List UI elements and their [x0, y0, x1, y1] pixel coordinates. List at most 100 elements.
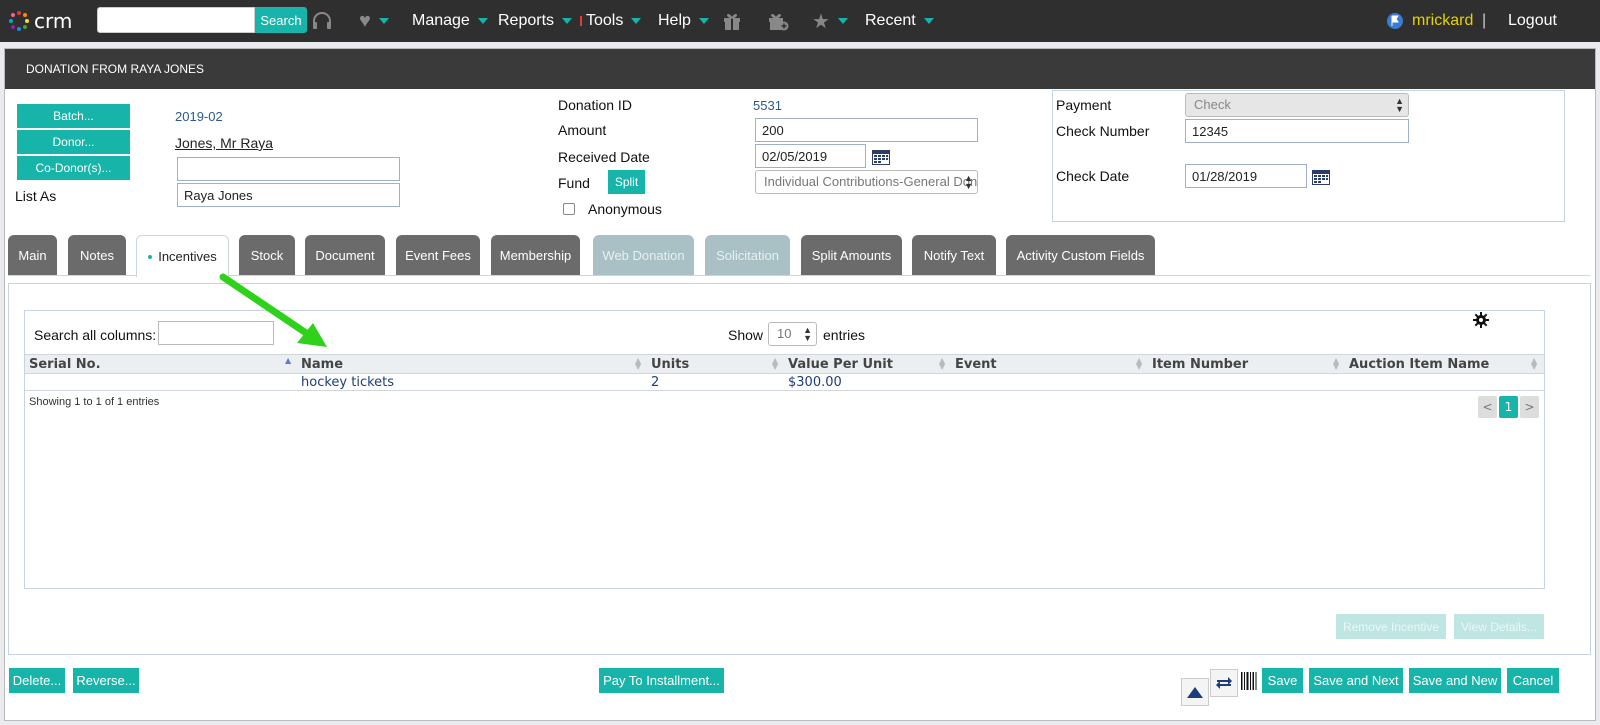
user-name-link[interactable]: mrickard [1412, 12, 1473, 30]
codonor-input[interactable] [177, 157, 400, 181]
menu-tools[interactable]: Tools [580, 0, 642, 42]
delete-button[interactable]: Delete... [9, 668, 65, 693]
menu-recent[interactable]: Recent [865, 0, 934, 42]
col-serial-no[interactable]: Serial No. [29, 355, 101, 373]
menu-manage[interactable]: Manage [412, 0, 488, 42]
tab-main[interactable]: Main [8, 235, 57, 275]
menu-tools-label: Tools [586, 12, 624, 29]
col-value-per-unit[interactable]: Value Per Unit [788, 355, 893, 373]
donor-button[interactable]: Donor... [16, 129, 131, 155]
codonor-button[interactable]: Co-Donor(s)... [16, 155, 131, 181]
remove-incentive-button[interactable]: Remove Incentive [1336, 614, 1446, 639]
sort-icon[interactable]: ▲ ▼ [635, 357, 641, 371]
global-search-button[interactable]: Search [255, 7, 307, 33]
col-event[interactable]: Event [955, 355, 997, 373]
favorites-menu[interactable]: ♥ [359, 0, 389, 42]
gift-icon[interactable] [722, 0, 742, 42]
sort-asc-icon[interactable]: ▲ [285, 357, 291, 365]
prev-page-button[interactable]: < [1478, 396, 1497, 418]
user-menu[interactable]: mrickard [1386, 0, 1473, 42]
nav-separator: | [1482, 12, 1487, 29]
received-date-input[interactable] [755, 144, 866, 168]
alert-marker-icon [580, 16, 582, 26]
sort-icon[interactable]: ▲ ▼ [939, 357, 945, 371]
payment-select-value: Check [1194, 97, 1231, 112]
crm-logo-icon [9, 11, 29, 31]
col-units[interactable]: Units [651, 355, 689, 373]
tab-incentives[interactable]: Incentives [136, 235, 229, 277]
col-auction-item-name[interactable]: Auction Item Name [1349, 355, 1489, 373]
fund-select-value: Individual Contributions-General Donatio… [764, 174, 978, 189]
donation-id-value: 5531 [753, 98, 782, 113]
logout-link[interactable]: Logout [1508, 0, 1557, 42]
triangle-up-icon [1187, 686, 1203, 698]
check-date-input[interactable] [1185, 164, 1307, 188]
scroll-top-button[interactable] [1181, 678, 1209, 706]
batch-link[interactable]: 2019-02 [175, 109, 223, 124]
col-name[interactable]: Name [301, 355, 343, 373]
cell-name[interactable]: hockey tickets [301, 375, 394, 390]
select-arrows-icon: ▲ ▼ [964, 173, 973, 191]
calendar-icon[interactable] [871, 148, 891, 166]
sort-icon[interactable]: ▲ ▼ [1531, 357, 1537, 371]
tab-web-donation: Web Donation [593, 235, 694, 275]
entries-label: entries [823, 327, 866, 343]
fund-label: Fund [558, 175, 590, 191]
cell-units: 2 [651, 375, 660, 390]
logo[interactable]: crm [8, 6, 72, 36]
anonymous-checkbox[interactable] [563, 203, 575, 215]
cancel-button[interactable]: Cancel [1507, 668, 1559, 693]
tab-notify-text[interactable]: Notify Text [912, 235, 996, 275]
starred-menu[interactable]: ★ [812, 0, 848, 42]
chevron-down-icon [698, 18, 709, 24]
barcode-button[interactable] [1240, 670, 1258, 692]
row-divider [25, 390, 1544, 391]
payment-select[interactable]: Check ▲ ▼ [1185, 93, 1409, 117]
headset-icon[interactable] [311, 0, 333, 42]
save-and-new-button[interactable]: Save and New [1409, 668, 1501, 693]
grid-info-text: Showing 1 to 1 of 1 entries [29, 396, 160, 408]
batch-button[interactable]: Batch... [16, 103, 131, 129]
global-search-input[interactable] [97, 7, 255, 33]
donor-name-link[interactable]: Jones, Mr Raya [175, 135, 273, 151]
tab-event-fees[interactable]: Event Fees [396, 235, 480, 275]
tab-membership[interactable]: Membership [491, 235, 580, 275]
tab-activity-custom-fields[interactable]: Activity Custom Fields [1006, 235, 1155, 275]
entries-select[interactable]: 10 ▲ ▼ [768, 322, 817, 346]
tab-solicitation: Solicitation [705, 235, 790, 275]
list-as-input[interactable] [177, 183, 400, 207]
tab-incentives-label: Incentives [158, 249, 217, 264]
tab-notes[interactable]: Notes [68, 235, 126, 275]
save-button[interactable]: Save [1262, 668, 1303, 693]
amount-input[interactable] [755, 118, 978, 142]
col-item-number[interactable]: Item Number [1152, 355, 1248, 373]
select-arrows-icon: ▲ ▼ [1395, 96, 1404, 114]
check-number-input[interactable] [1185, 119, 1409, 143]
view-details-button[interactable]: View Details... [1454, 614, 1544, 639]
tab-document[interactable]: Document [305, 235, 385, 275]
fund-select[interactable]: Individual Contributions-General Donatio… [755, 170, 978, 194]
gear-icon[interactable] [1473, 312, 1489, 328]
menu-reports[interactable]: Reports [498, 0, 573, 42]
sort-icon[interactable]: ▲ ▼ [772, 357, 778, 371]
page-1-button[interactable]: 1 [1499, 396, 1518, 418]
next-page-button[interactable]: > [1520, 396, 1539, 418]
split-button[interactable]: Split [607, 169, 646, 195]
barcode-icon [1241, 672, 1257, 690]
tab-stock[interactable]: Stock [239, 235, 295, 275]
top-navbar: crm Search ♥ Manage Reports Tools Help ★… [0, 0, 1600, 42]
tab-split-amounts[interactable]: Split Amounts [801, 235, 902, 275]
swap-button[interactable] [1210, 669, 1238, 697]
green-arrow-annotation [219, 273, 327, 347]
add-gift-icon[interactable] [767, 0, 789, 42]
calendar-icon[interactable] [1311, 168, 1331, 186]
user-flag-icon [1387, 13, 1403, 29]
list-as-label: List As [15, 188, 57, 204]
chevron-down-icon [378, 18, 389, 24]
sort-icon[interactable]: ▲ ▼ [1333, 357, 1339, 371]
sort-icon[interactable]: ▲ ▼ [1136, 357, 1142, 371]
save-and-next-button[interactable]: Save and Next [1309, 668, 1403, 693]
pay-to-installment-button[interactable]: Pay To Installment... [599, 668, 724, 693]
menu-help[interactable]: Help [658, 0, 709, 42]
reverse-button[interactable]: Reverse... [73, 668, 139, 693]
